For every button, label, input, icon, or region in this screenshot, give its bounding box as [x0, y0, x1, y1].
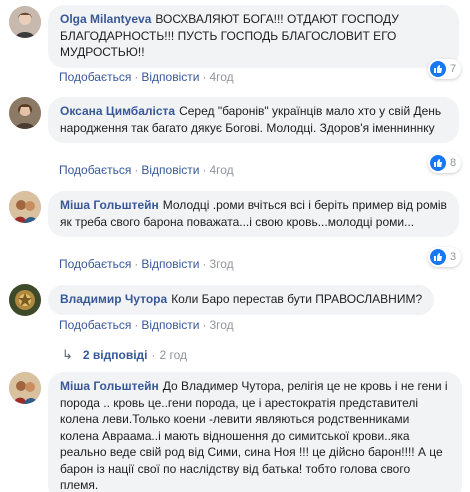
like-reaction-icon: [430, 61, 446, 77]
like-reaction-icon: [430, 155, 446, 171]
reply-link[interactable]: Відповісти: [141, 318, 199, 332]
reaction-number: 8: [450, 157, 457, 169]
comment-actions: Подобається · Відповісти · 3год: [59, 257, 234, 271]
comment-bubble: Оксана Цимбаліста Серед "баронів" українц…: [48, 97, 459, 143]
comment-text: Коли Баро перестав бути ПРАВОСЛАВНИМ?: [171, 292, 423, 306]
reaction-count[interactable]: 7: [428, 59, 462, 79]
comment-time[interactable]: 3год: [209, 318, 233, 332]
comment-author[interactable]: Міша Гольштейн: [60, 198, 159, 212]
comment-bubble: Владимир Чутора Коли Баро перестав бути П…: [48, 285, 435, 315]
comment-author[interactable]: Владимир Чутора: [60, 292, 167, 306]
avatar[interactable]: [9, 284, 41, 316]
like-link[interactable]: Подобається: [59, 163, 131, 177]
comment-actions: Подобається · Відповісти · 4год: [59, 163, 234, 177]
comment-actions: Подобається · Відповісти · 3год: [59, 318, 234, 332]
like-link[interactable]: Подобається: [59, 70, 131, 84]
comment-author[interactable]: Оксана Цимбаліста: [60, 104, 175, 118]
reaction-count[interactable]: 3: [428, 247, 462, 267]
reaction-number: 7: [450, 63, 457, 75]
reply-link[interactable]: Відповісти: [141, 163, 199, 177]
avatar[interactable]: [9, 191, 41, 223]
comment-time[interactable]: 4год: [209, 70, 233, 84]
reply-link[interactable]: Відповісти: [141, 257, 199, 271]
reaction-number: 3: [450, 251, 457, 263]
comment-bubble: Міша Гольштейн Молодці .роми вчіться всі …: [48, 191, 459, 237]
replies-time: 2 год: [159, 348, 188, 362]
comment-text: До Владимер Чутора, релігія це не кровь …: [60, 379, 448, 492]
like-reaction-icon: [430, 249, 446, 265]
comment-bubble: Міша Гольштейн До Владимер Чутора, релігі…: [48, 372, 462, 492]
comment-actions: Подобається · Відповісти · 4год: [59, 70, 234, 84]
like-link[interactable]: Подобається: [59, 257, 131, 271]
comment-time[interactable]: 3год: [209, 257, 233, 271]
comment-bubble: Olga Milantyeva ВОСХВАЛЯЮТ БОГА!!! ОТДАЮТ…: [48, 5, 459, 68]
avatar[interactable]: [9, 372, 41, 404]
comment-time[interactable]: 4год: [209, 163, 233, 177]
replies-count[interactable]: 2 відповіді: [83, 348, 148, 362]
comment-author[interactable]: Міша Гольштейн: [60, 379, 159, 393]
avatar[interactable]: [9, 97, 41, 129]
comment-author[interactable]: Olga Milantyeva: [60, 12, 151, 26]
reply-link[interactable]: Відповісти: [141, 70, 199, 84]
reaction-count[interactable]: 8: [428, 153, 462, 173]
reply-arrow-icon: ↳: [62, 347, 73, 362]
view-replies-link[interactable]: ↳ 2 відповіді · 2 год: [62, 347, 187, 363]
like-link[interactable]: Подобається: [59, 318, 131, 332]
avatar[interactable]: [9, 6, 41, 38]
